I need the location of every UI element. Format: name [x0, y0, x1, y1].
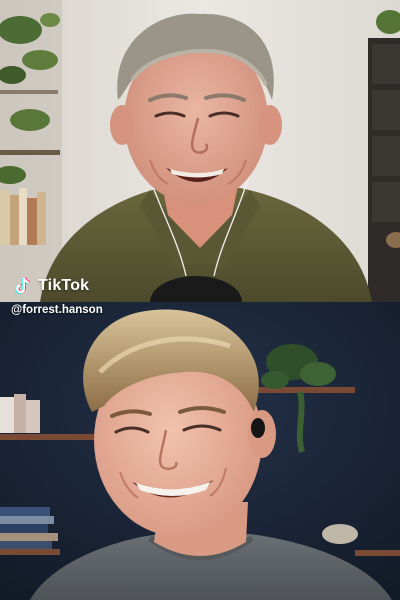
top-video-panel [0, 0, 400, 302]
left-books [0, 188, 46, 245]
right-shelf [368, 10, 400, 302]
bottom-scene [0, 302, 400, 600]
earbud [251, 418, 265, 438]
tiktok-wordmark: TikTok [38, 277, 90, 294]
tiktok-watermark: TikTok [12, 275, 89, 297]
creator-handle[interactable]: @forrest.hanson [11, 304, 103, 316]
tiktok-note-icon [15, 277, 30, 294]
bottom-video-panel [0, 302, 400, 600]
video-frame[interactable]: TikTok @forrest.hanson [0, 0, 400, 600]
top-scene [0, 0, 400, 302]
